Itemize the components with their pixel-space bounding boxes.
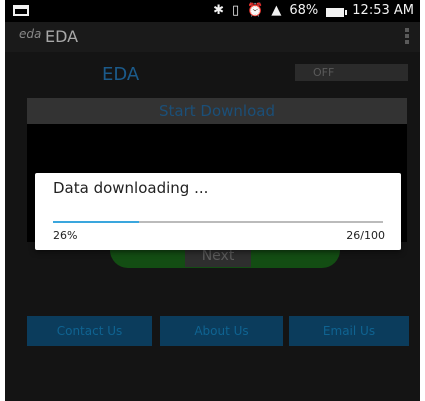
status-icons: ✱ ▯ ⏰ ▲ 68% 12:53 AM	[213, 3, 414, 19]
app-logo: eda	[19, 27, 42, 41]
eda-label: EDA	[102, 64, 140, 85]
start-download-button[interactable]: Start Download	[27, 98, 407, 124]
eda-toggle[interactable]: OFF	[295, 64, 408, 81]
about-us-button[interactable]: About Us	[160, 316, 283, 346]
clock: 12:53 AM	[352, 3, 414, 18]
bluetooth-icon: ✱	[213, 3, 225, 18]
app-bar: eda EDA	[5, 22, 420, 52]
toggle-label: OFF	[313, 66, 335, 79]
progress-fill	[53, 221, 139, 223]
dialog-message: Data downloading ...	[53, 179, 209, 197]
signal-icon: ▲	[271, 3, 282, 18]
notification-icon	[13, 5, 29, 16]
contact-us-button[interactable]: Contact Us	[27, 316, 152, 346]
vibrate-icon: ▯	[232, 3, 240, 18]
status-bar: ✱ ▯ ⏰ ▲ 68% 12:53 AM	[5, 0, 420, 22]
phone-screen: ✱ ▯ ⏰ ▲ 68% 12:53 AM eda EDA EDA OFF Sta…	[5, 0, 420, 401]
overflow-menu-icon[interactable]	[404, 28, 410, 46]
progress-percent: 26%	[53, 229, 78, 242]
app-title: EDA	[45, 27, 79, 46]
progress-bar	[53, 221, 383, 223]
alarm-icon: ⏰	[247, 3, 264, 18]
progress-count: 26/100	[346, 229, 385, 242]
email-us-button[interactable]: Email Us	[289, 316, 409, 346]
battery-percent: 68%	[289, 3, 319, 18]
progress-dialog: Data downloading ... 26% 26/100	[35, 173, 401, 250]
battery-icon	[326, 7, 348, 17]
